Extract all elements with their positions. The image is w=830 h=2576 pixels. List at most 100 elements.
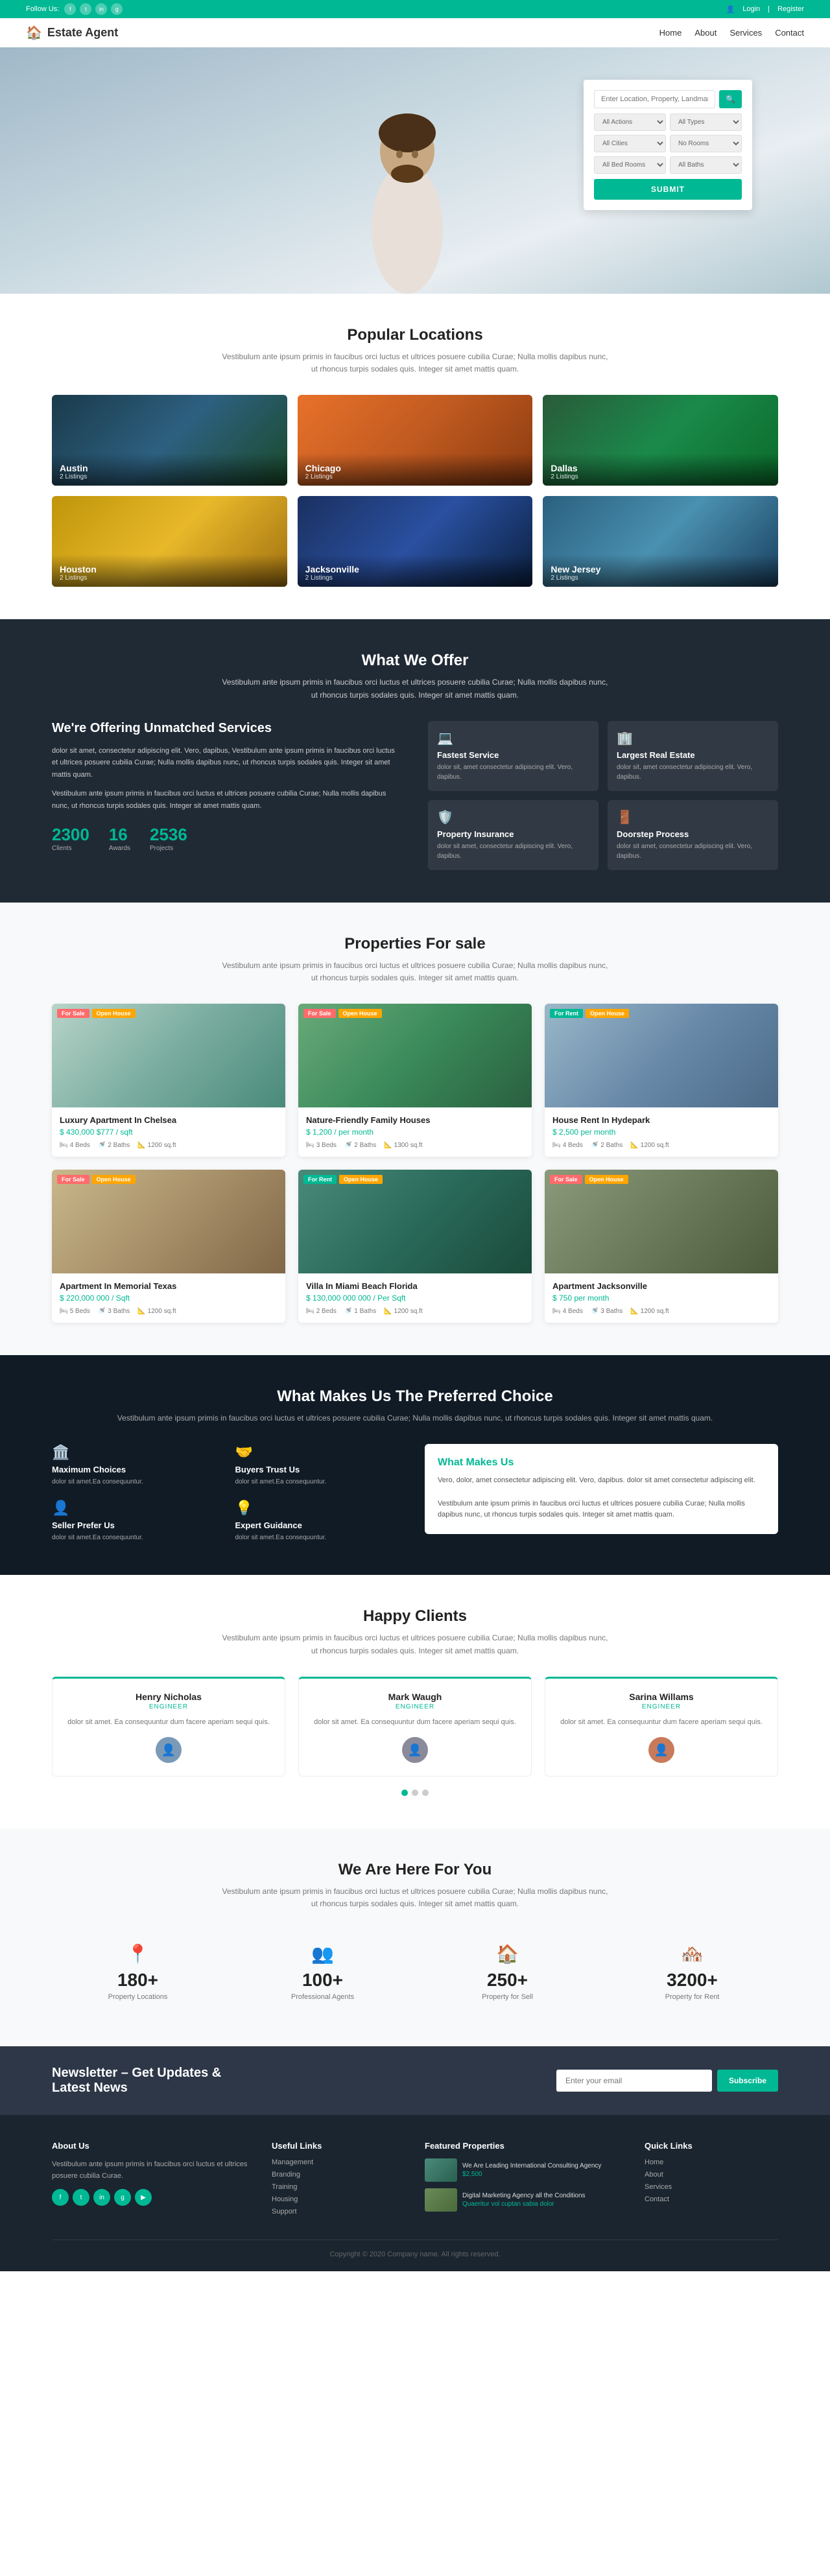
what-makes-box: What Makes Us Vero, dolor, amet consecte… — [425, 1444, 778, 1533]
footer-quick-about[interactable]: About — [645, 2171, 778, 2179]
baths-select[interactable]: All Baths — [670, 156, 742, 174]
offer-heading: We're Offering Unmatched Services — [52, 721, 402, 736]
stat-locations-num: 180+ — [65, 1970, 211, 1991]
property-family-houses[interactable]: For Sale Open House Nature-Friendly Fami… — [298, 1004, 532, 1157]
footer-quick-home[interactable]: Home — [645, 2158, 778, 2166]
top-bar-right: 👤 Login | Register — [726, 5, 804, 14]
footer-tw-icon[interactable]: t — [73, 2189, 89, 2206]
footer-yt-icon[interactable]: ▶ — [135, 2189, 152, 2206]
client-henry-text: dolor sit amet. Ea consequuntur dum face… — [65, 1717, 272, 1729]
footer-quick-contact[interactable]: Contact — [645, 2195, 778, 2203]
fastest-title: Fastest Service — [437, 750, 589, 760]
buyers-trust-title: Buyers Trust Us — [235, 1465, 406, 1474]
seller-icon: 👤 — [52, 1500, 222, 1517]
actions-select[interactable]: All Actions — [594, 113, 666, 131]
footer-prop-1[interactable]: We Are Leading International Consulting … — [425, 2158, 625, 2182]
stat-rent-label: Property for Rent — [619, 1993, 765, 2001]
stat-rent-num: 3200+ — [619, 1970, 765, 1991]
location-austin[interactable]: Austin 2 Listings — [52, 395, 287, 486]
newsletter-subscribe-button[interactable]: Subscribe — [717, 2070, 778, 2092]
client-sarina-avatar: 👤 — [648, 1737, 674, 1763]
hero-section: 🔍 All Actions All Types All Cities No Ro… — [0, 47, 830, 294]
fastest-icon: 💻 — [437, 730, 589, 746]
buyers-trust-icon: 🤝 — [235, 1444, 406, 1461]
location-houston[interactable]: Houston 2 Listings — [52, 496, 287, 587]
stat-projects-label: Projects — [150, 845, 187, 852]
location-chicago[interactable]: Chicago 2 Listings — [298, 395, 533, 486]
search-button[interactable]: 🔍 — [719, 90, 742, 108]
footer-useful-col: Useful Links Management Branding Trainin… — [272, 2141, 405, 2220]
loc-count-austin: 2 Listings — [60, 473, 279, 480]
login-link[interactable]: Login — [742, 5, 760, 13]
client-henry-role: ENGINEER — [65, 1703, 272, 1710]
dot-3[interactable] — [422, 1790, 429, 1796]
dot-2[interactable] — [412, 1790, 418, 1796]
seller-title: Seller Prefer Us — [52, 1520, 222, 1530]
location-jacksonville[interactable]: Jacksonville 2 Listings — [298, 496, 533, 587]
clients-sub: Vestibulum ante ipsum primis in faucibus… — [220, 1632, 610, 1657]
cities-select[interactable]: All Cities — [594, 135, 666, 152]
footer-link-training[interactable]: Training — [272, 2183, 405, 2191]
prop-sqft-family: 📐1300 sq.ft — [384, 1142, 422, 1149]
client-sarina-role: ENGINEER — [558, 1703, 765, 1710]
dot-1[interactable] — [401, 1790, 408, 1796]
types-select[interactable]: All Types — [670, 113, 742, 131]
offer-left: We're Offering Unmatched Services dolor … — [52, 721, 402, 852]
tag-open-2: Open House — [338, 1009, 382, 1018]
tag-rent-5: For Rent — [303, 1175, 337, 1184]
footer-useful-links: Management Branding Training Housing Sup… — [272, 2158, 405, 2216]
rooms-select[interactable]: No Rooms — [670, 135, 742, 152]
services-grid: 💻 Fastest Service dolor sit, amet consec… — [428, 721, 778, 870]
footer-gp-icon[interactable]: g — [114, 2189, 131, 2206]
footer-prop-2[interactable]: Digital Marketing Agency all the Conditi… — [425, 2188, 625, 2212]
in-icon[interactable]: in — [95, 3, 107, 15]
footer-quick-services[interactable]: Services — [645, 2183, 778, 2191]
property-jacksonville[interactable]: For Sale Open House Apartment Jacksonvil… — [545, 1170, 778, 1323]
footer-grid: About Us Vestibulum ante ipsum primis in… — [52, 2141, 778, 2220]
loc-name-jacksonville: Jacksonville — [305, 564, 525, 574]
fb-icon[interactable]: f — [64, 3, 76, 15]
footer-link-branding[interactable]: Branding — [272, 2171, 405, 2179]
footer-link-management[interactable]: Management — [272, 2158, 405, 2166]
submit-button[interactable]: SUBMIT — [594, 179, 742, 200]
offer-right: 💻 Fastest Service dolor sit, amet consec… — [428, 721, 778, 870]
social-icons: f t in g — [64, 3, 123, 15]
preferred-sub: Vestibulum ante ipsum primis in faucibus… — [52, 1412, 778, 1424]
property-chelsea[interactable]: For Sale Open House Luxury Apartment In … — [52, 1004, 285, 1157]
footer-link-support[interactable]: Support — [272, 2208, 405, 2216]
clients-grid: Henry Nicholas ENGINEER dolor sit amet. … — [52, 1677, 778, 1777]
loc-count-dallas: 2 Listings — [551, 473, 770, 480]
footer-prop-img-2 — [425, 2188, 457, 2212]
prop-baths-chelsea: 🚿2 Baths — [98, 1142, 130, 1149]
newsletter-email-input[interactable] — [556, 2070, 712, 2092]
register-link[interactable]: Register — [777, 5, 804, 13]
tag-sale-6: For Sale — [550, 1175, 582, 1184]
prop-baths-hydepark: 🚿2 Baths — [591, 1142, 622, 1149]
nav-contact[interactable]: Contact — [775, 28, 804, 38]
prop-beds-chelsea: 🛏4 Beds — [60, 1142, 90, 1149]
property-memorial[interactable]: For Sale Open House Apartment In Memoria… — [52, 1170, 285, 1323]
location-newjersey[interactable]: New Jersey 2 Listings — [543, 496, 778, 587]
tag-sale: For Sale — [57, 1009, 89, 1018]
tw-icon[interactable]: t — [80, 3, 91, 15]
stat-property-locations: 📍 180+ Property Locations — [52, 1930, 224, 2014]
footer-in-icon[interactable]: in — [93, 2189, 110, 2206]
bedrooms-select[interactable]: All Bed Rooms — [594, 156, 666, 174]
location-dallas[interactable]: Dallas 2 Listings — [543, 395, 778, 486]
nav-services[interactable]: Services — [729, 28, 762, 38]
here-title: We Are Here For You — [52, 1861, 778, 1879]
nav-home[interactable]: Home — [659, 28, 682, 38]
gp-icon[interactable]: g — [111, 3, 123, 15]
prop-baths-family: 🚿2 Baths — [344, 1142, 376, 1149]
footer-prop-name-2: Digital Marketing Agency all the Conditi… — [462, 2192, 586, 2199]
footer-featured-title: Featured Properties — [425, 2141, 625, 2151]
client-sarina: Sarina Willams ENGINEER dolor sit amet. … — [545, 1677, 778, 1777]
insurance-text: dolor sit amet, consectetur adipiscing e… — [437, 842, 589, 861]
search-input[interactable] — [594, 90, 715, 108]
loc-name-houston: Houston — [60, 564, 279, 574]
property-hydepark[interactable]: For Rent Open House House Rent In Hydepa… — [545, 1004, 778, 1157]
footer-fb-icon[interactable]: f — [52, 2189, 69, 2206]
property-miami[interactable]: For Rent Open House Villa In Miami Beach… — [298, 1170, 532, 1323]
nav-about[interactable]: About — [694, 28, 717, 38]
footer-link-housing[interactable]: Housing — [272, 2195, 405, 2203]
